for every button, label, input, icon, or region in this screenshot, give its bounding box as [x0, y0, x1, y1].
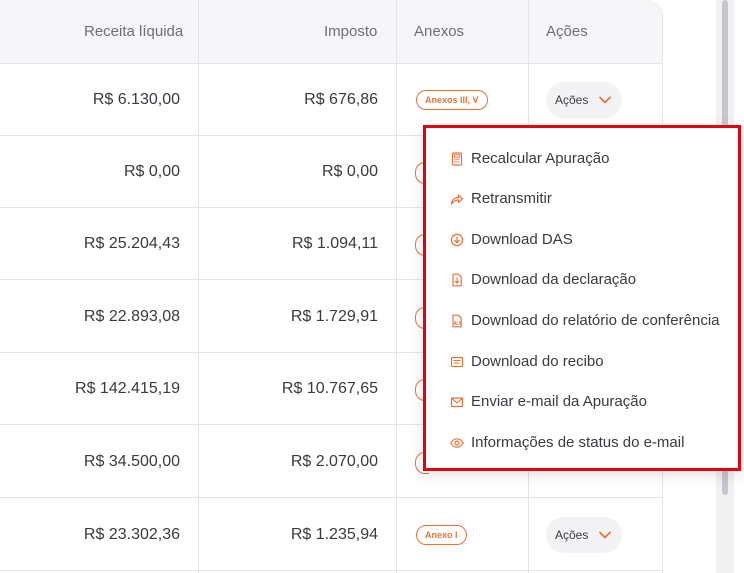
imposto-cell: R$ 676,86	[304, 91, 378, 108]
imposto-cell: R$ 1.729,91	[290, 308, 378, 325]
acoes-dropdown-button[interactable]: Ações	[546, 517, 622, 553]
imposto-cell: R$ 0,00	[321, 163, 378, 180]
acoes-button-label: Ações	[555, 93, 589, 107]
receipt-icon	[450, 356, 464, 368]
file-download-icon	[452, 273, 462, 287]
imposto-cell: R$ 2.070,00	[290, 453, 378, 470]
table-row: R$ 23.302,36 R$ 1.235,94 Anexo I Ações	[0, 499, 662, 571]
receita-cell: R$ 25.204,43	[83, 235, 180, 252]
menu-item-download-recibo[interactable]: Download do recibo	[426, 342, 738, 382]
menu-item-label: Download da declaração	[471, 271, 637, 288]
receita-cell: R$ 0,00	[123, 163, 180, 180]
menu-item-download-das[interactable]: Download DAS	[426, 220, 738, 260]
imposto-cell: R$ 10.767,65	[281, 380, 378, 397]
share-arrow-icon	[450, 194, 464, 205]
menu-item-download-relatorio-conferencia[interactable]: Download do relatório de conferência	[426, 301, 738, 341]
envelope-icon	[450, 397, 464, 408]
acoes-dropdown-button[interactable]: Ações	[546, 82, 622, 118]
acoes-dropdown-menu: Recalcular Apuração Retransmitir Downloa…	[423, 125, 741, 471]
receita-cell: R$ 22.893,08	[83, 308, 180, 325]
header-anexos: Anexos	[414, 23, 465, 40]
anexo-badge: Anexos III, V	[416, 90, 488, 110]
receita-cell: R$ 23.302,36	[83, 526, 180, 543]
table-header: Receita líquida Imposto Anexos Ações	[0, 0, 662, 64]
chevron-down-icon	[599, 96, 611, 104]
xls-file-icon	[452, 314, 462, 328]
header-receita-liquida: Receita líquida	[84, 23, 184, 40]
eye-icon	[450, 438, 464, 448]
menu-item-label: Enviar e-mail da Apuração	[471, 393, 647, 410]
menu-item-label: Download do recibo	[471, 353, 604, 370]
menu-item-recalcular-apuracao[interactable]: Recalcular Apuração	[426, 139, 738, 179]
chevron-down-icon	[599, 531, 611, 539]
receita-cell: R$ 142.415,19	[75, 380, 180, 397]
receita-cell: R$ 34.500,00	[83, 453, 180, 470]
menu-item-informacoes-status-email[interactable]: Informações de status do e-mail	[426, 423, 738, 463]
menu-item-enviar-email-apuracao[interactable]: Enviar e-mail da Apuração	[426, 382, 738, 422]
menu-item-label: Informações de status do e-mail	[471, 434, 685, 451]
download-circle-icon	[450, 233, 464, 247]
anexo-badge: Anexo I	[416, 525, 467, 545]
imposto-cell: R$ 1.094,11	[292, 235, 378, 252]
menu-item-label: Retransmitir	[471, 190, 552, 207]
menu-item-label: Recalcular Apuração	[471, 150, 610, 167]
receita-cell: R$ 6.130,00	[92, 91, 180, 108]
header-imposto: Imposto	[324, 23, 378, 40]
imposto-cell: R$ 1.235,94	[290, 526, 378, 543]
menu-item-retransmitir[interactable]: Retransmitir	[426, 179, 738, 219]
header-acoes: Ações	[546, 23, 588, 40]
calculator-icon	[451, 152, 463, 166]
acoes-button-label: Ações	[555, 528, 589, 542]
menu-item-label: Download do relatório de conferência	[471, 312, 720, 329]
menu-item-download-declaracao[interactable]: Download da declaração	[426, 260, 738, 300]
menu-item-label: Download DAS	[471, 231, 573, 248]
